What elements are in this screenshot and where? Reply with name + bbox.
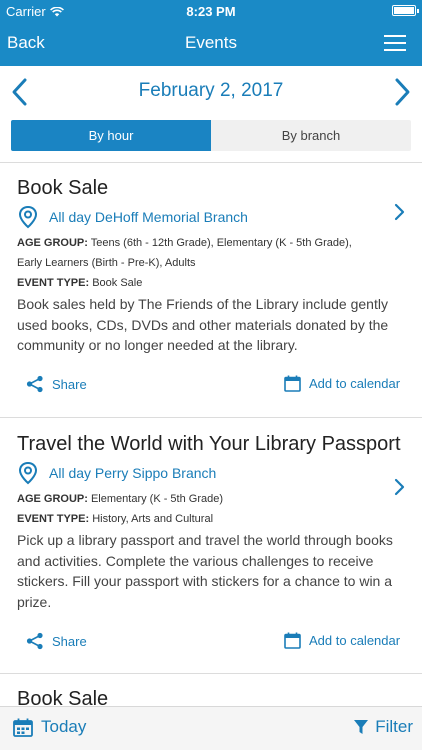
divider xyxy=(0,673,422,674)
add-to-calendar-label: Add to calendar xyxy=(309,376,401,391)
age-group-label: AGE GROUP: xyxy=(17,493,88,505)
share-icon xyxy=(26,375,43,393)
event-actions: Share Add to calendar xyxy=(0,632,422,652)
add-to-calendar-label: Add to calendar xyxy=(309,633,401,648)
view-mode-segmented-control: By hour By branch xyxy=(11,120,411,151)
share-label: Share xyxy=(52,376,87,392)
event-description: Pick up a library passport and travel th… xyxy=(17,532,393,610)
filter-icon xyxy=(354,720,369,734)
event-type-value: Book Sale xyxy=(92,277,143,289)
filter-label: Filter xyxy=(375,717,413,736)
event-time: All day xyxy=(49,209,92,225)
event-type-label: EVENT TYPE: xyxy=(17,513,90,525)
event-branch: DeHoff Memorial Branch xyxy=(94,209,248,225)
event-card[interactable]: Book Sale All day DeHoff Memorial Branch… xyxy=(0,177,422,356)
segment-by-hour[interactable]: By hour xyxy=(11,120,211,151)
age-group-value-line1: Teens (6th - 12th Grade), Elementary (K … xyxy=(90,237,352,249)
event-location[interactable]: All day Perry Sippo Branch xyxy=(17,461,405,485)
event-type: EVENT TYPE: History, Arts and Cultural xyxy=(17,509,405,529)
event-actions: Share Add to calendar xyxy=(0,375,422,395)
event-branch: Perry Sippo Branch xyxy=(94,465,217,481)
segment-by-branch[interactable]: By branch xyxy=(211,120,411,151)
share-button[interactable]: Share xyxy=(26,375,87,393)
event-type-label: EVENT TYPE: xyxy=(17,277,90,289)
calendar-icon xyxy=(13,718,33,737)
age-group-value-line2: Early Learners (Birth - Pre-K), Adults xyxy=(17,257,196,269)
event-title: Travel the World with Your Library Passp… xyxy=(17,433,401,455)
age-group-value-line1: Elementary (K - 5th Grade) xyxy=(90,493,224,505)
divider xyxy=(0,162,422,163)
event-title: Book Sale xyxy=(17,177,109,199)
current-date: February 2, 2017 xyxy=(138,80,284,101)
share-icon xyxy=(26,632,43,650)
filter-button[interactable]: Filter xyxy=(353,717,413,737)
calendar-icon xyxy=(284,375,301,392)
event-type: EVENT TYPE: Book Sale xyxy=(17,273,405,293)
event-type-value: History, Arts and Cultural xyxy=(92,513,214,525)
status-time: 8:23 PM xyxy=(186,4,236,19)
today-button[interactable]: Today xyxy=(13,717,86,737)
add-to-calendar-button[interactable]: Add to calendar xyxy=(284,632,400,649)
battery-icon xyxy=(392,5,419,16)
share-label: Share xyxy=(52,633,87,649)
top-bar: Carrier 8:23 PM Back Events xyxy=(0,0,422,66)
next-day-icon[interactable] xyxy=(388,76,416,108)
today-label: Today xyxy=(41,717,87,736)
event-description: Book sales held by The Friends of the Li… xyxy=(17,296,389,353)
event-age-group: AGE GROUP: Elementary (K - 5th Grade) xyxy=(17,489,405,509)
hamburger-menu-icon[interactable] xyxy=(384,35,406,53)
chevron-right-icon[interactable] xyxy=(394,203,406,221)
page-title: Events xyxy=(185,33,237,52)
age-group-label: AGE GROUP: xyxy=(17,237,88,249)
back-button[interactable]: Back xyxy=(7,33,45,53)
chevron-right-icon[interactable] xyxy=(394,478,406,496)
divider xyxy=(0,417,422,418)
status-bar: Carrier 8:23 PM xyxy=(0,0,422,22)
event-location[interactable]: All day DeHoff Memorial Branch xyxy=(17,205,405,229)
event-time: All day xyxy=(49,465,92,481)
add-to-calendar-button[interactable]: Add to calendar xyxy=(284,375,400,392)
location-pin-icon xyxy=(18,205,38,229)
event-card[interactable]: Travel the World with Your Library Passp… xyxy=(0,433,422,612)
nav-bar: Back Events xyxy=(0,22,422,66)
location-pin-icon xyxy=(18,461,38,485)
calendar-icon xyxy=(284,632,301,649)
event-age-group: AGE GROUP: Teens (6th - 12th Grade), Ele… xyxy=(17,233,405,273)
share-button[interactable]: Share xyxy=(26,632,87,650)
bottom-toolbar: Today Filter xyxy=(0,706,422,750)
date-header: February 2, 2017 xyxy=(0,66,422,118)
